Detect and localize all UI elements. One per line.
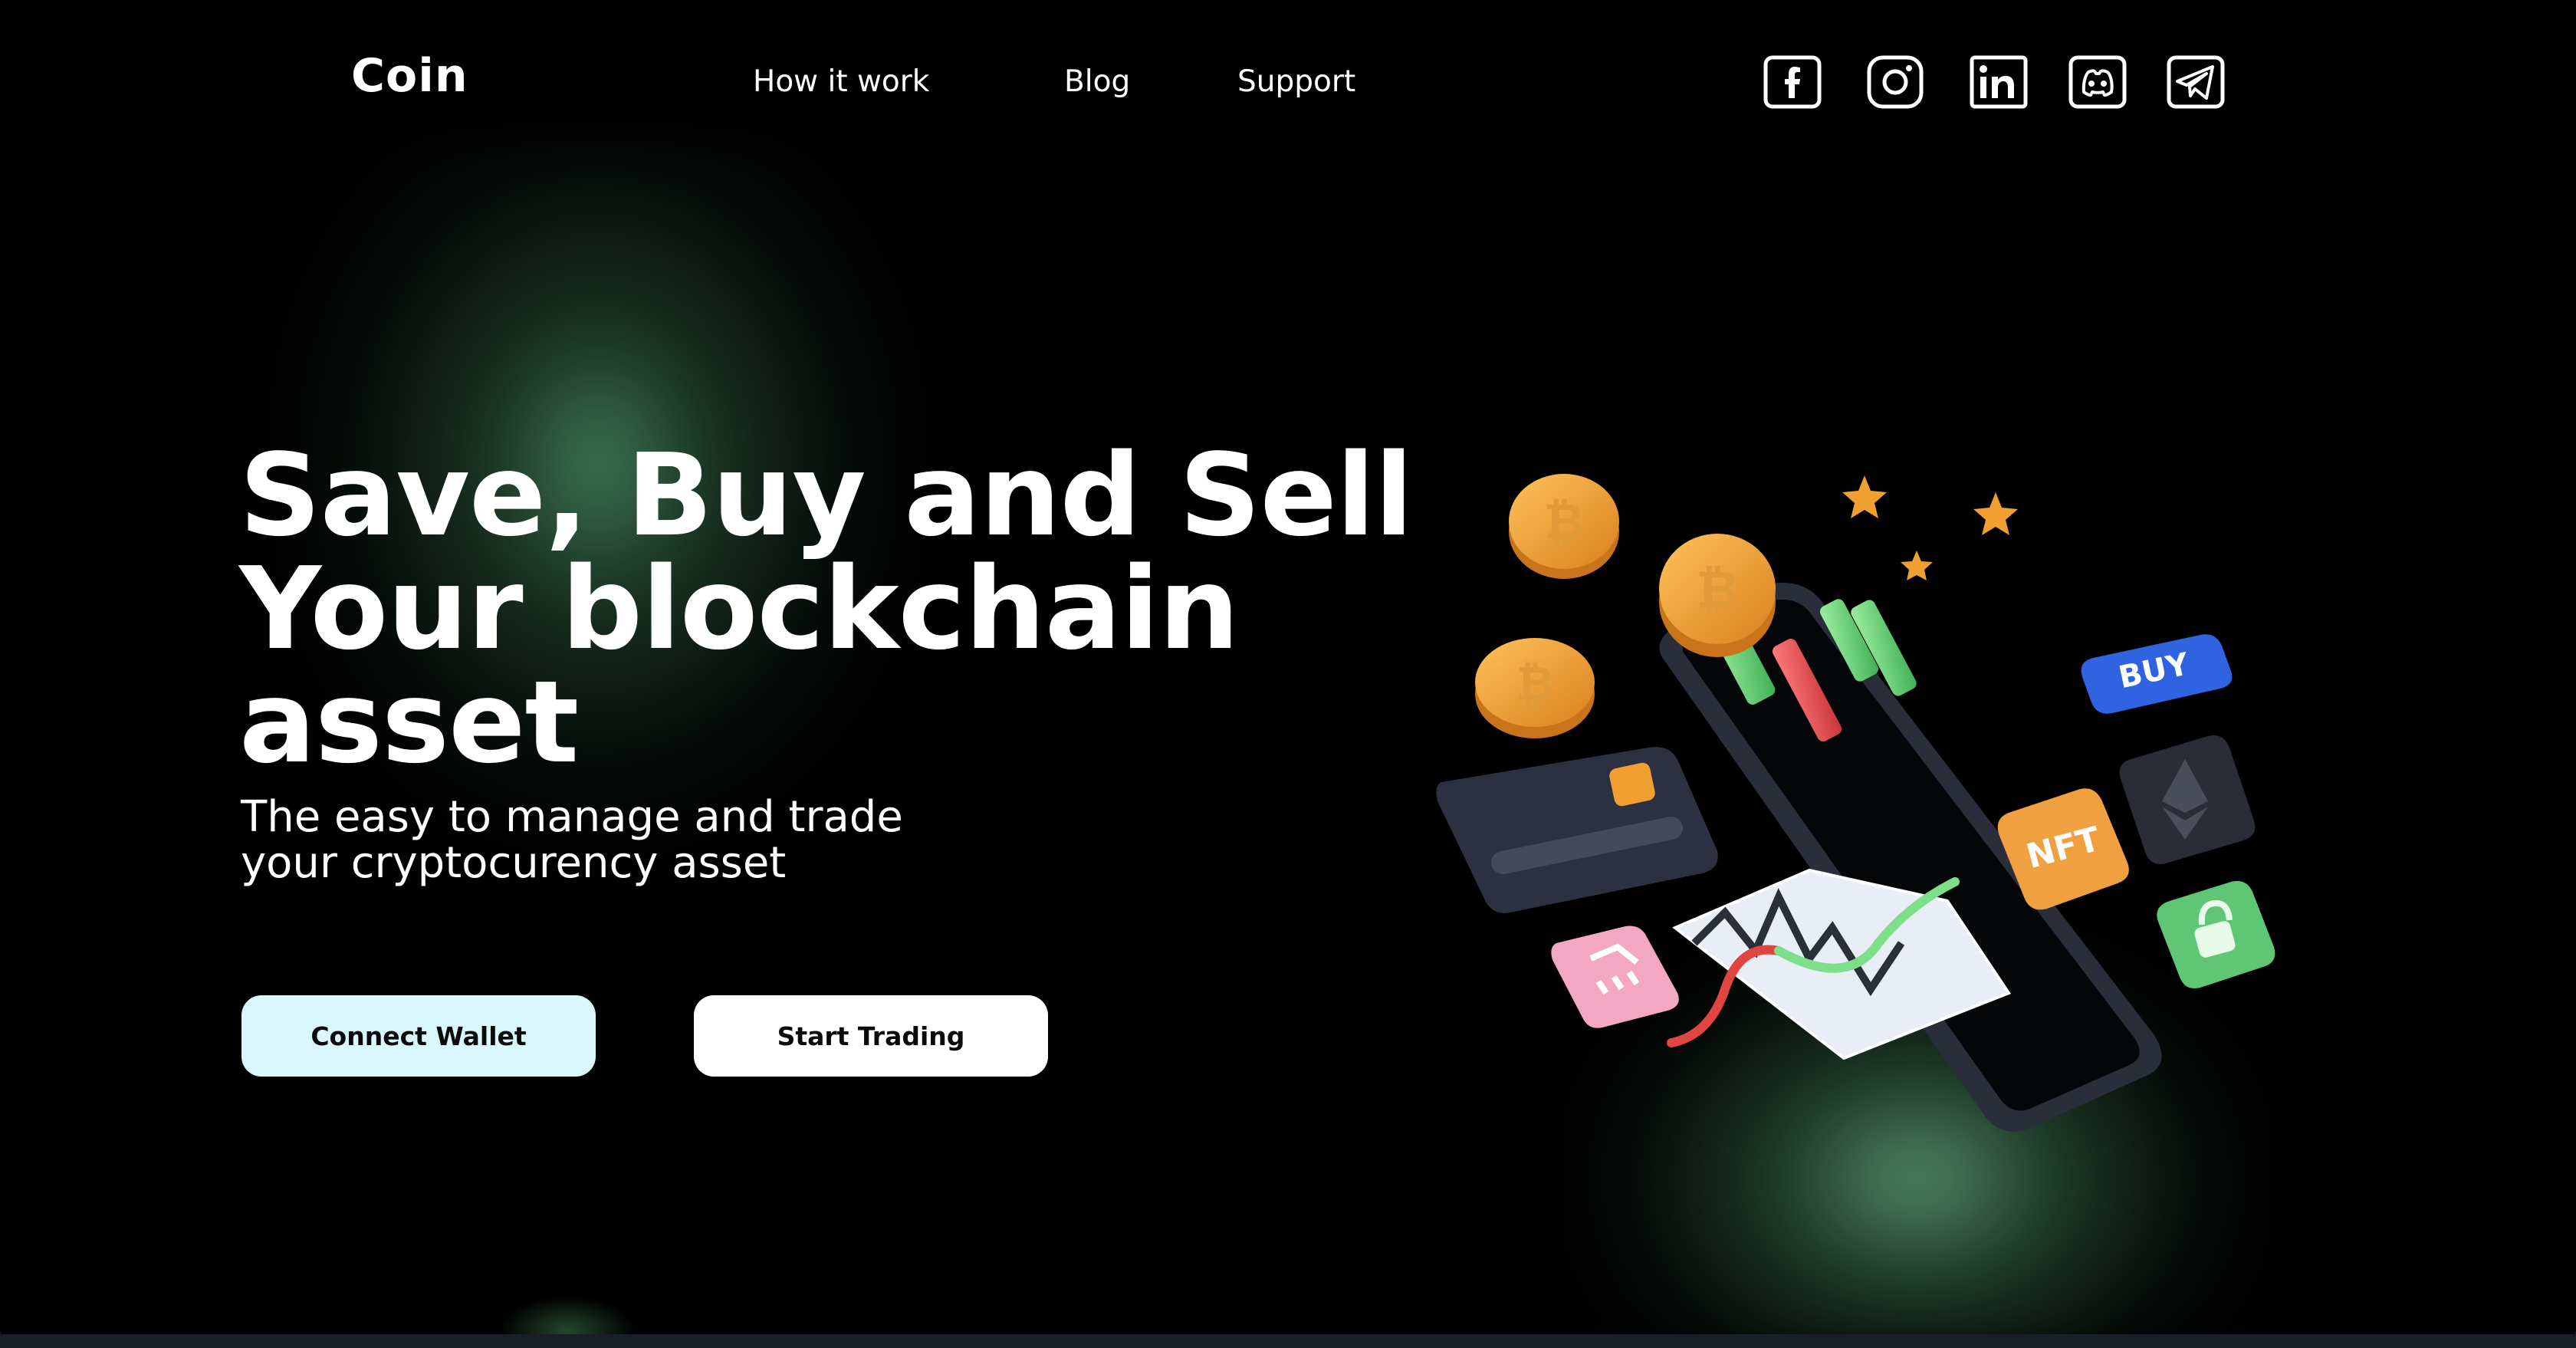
nav-blog[interactable]: Blog: [1064, 64, 1130, 99]
linkedin-icon[interactable]: [1970, 55, 2028, 109]
connect-wallet-button[interactable]: Connect Wallet: [242, 995, 596, 1077]
logo[interactable]: Coin: [351, 49, 468, 103]
telegram-icon[interactable]: [2167, 55, 2225, 109]
subtitle-line-1: The easy to manage and trade: [241, 792, 903, 842]
window-bottom-edge: [0, 1334, 2576, 1348]
instagram-icon[interactable]: [1866, 55, 1924, 109]
svg-text:₿: ₿: [1516, 657, 1554, 711]
headline-line-3: asset: [239, 656, 579, 788]
facebook-icon[interactable]: [1763, 55, 1822, 109]
start-trading-button[interactable]: Start Trading: [694, 995, 1048, 1077]
ethereum-icon: [2119, 735, 2256, 864]
star-icon: [1842, 475, 1887, 518]
nav-support[interactable]: Support: [1237, 64, 1355, 99]
bank-icon: [1551, 926, 1679, 1028]
headline-line-1: Save, Buy and Sell: [239, 429, 1413, 561]
star-icon: [1973, 492, 2018, 535]
svg-text:₿: ₿: [1696, 560, 1738, 620]
star-icon: [1901, 551, 1933, 580]
hero-subtitle: The easy to manage and trade your crypto…: [241, 794, 1161, 886]
credit-card-icon: [1436, 747, 1718, 913]
headline-line-2: Your blockchain: [239, 543, 1240, 675]
landing-page: Coin How it work Blog Support Save, Buy …: [0, 0, 2576, 1348]
discord-icon[interactable]: [2068, 55, 2127, 109]
bitcoin-coin-icon: ₿: [1509, 474, 1619, 579]
svg-text:₿: ₿: [1544, 494, 1584, 551]
hero-headline: Save, Buy and Sell Your blockchain asset: [239, 429, 1413, 788]
lock-icon: [2157, 880, 2275, 989]
bitcoin-coin-icon: ₿: [1475, 638, 1595, 738]
crypto-phone-illustration: ₿ ₿ ₿ BUY NFT: [1418, 452, 2323, 1166]
nav-how-it-work[interactable]: How it work: [753, 64, 929, 99]
subtitle-line-2: your cryptocurency asset: [241, 838, 787, 888]
buy-tile-icon: BUY: [2081, 634, 2233, 714]
bitcoin-coin-icon: ₿: [1659, 534, 1776, 657]
